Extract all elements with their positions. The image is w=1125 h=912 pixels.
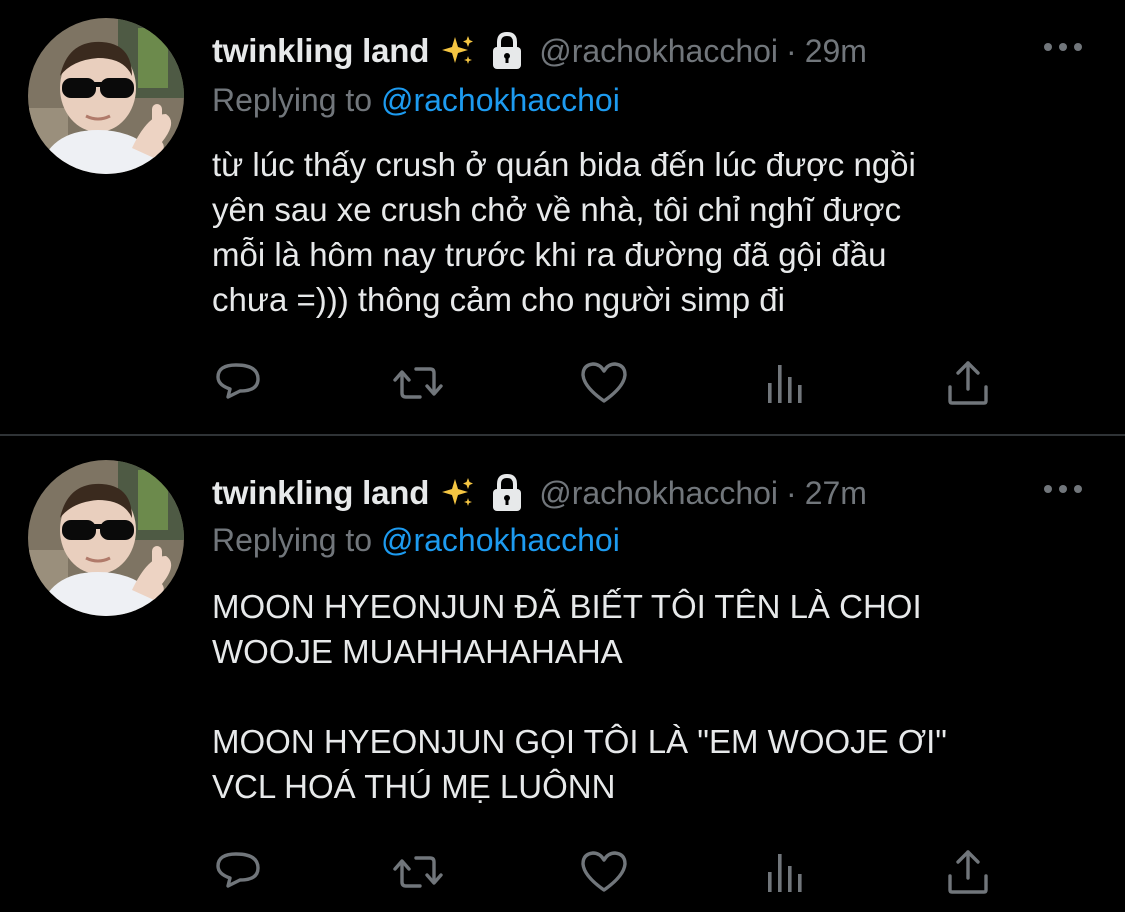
separator: · <box>786 32 797 69</box>
share-icon <box>948 850 988 894</box>
replying-to: Replying to @rachokhacchoi <box>212 82 620 119</box>
heart-icon <box>581 362 627 403</box>
tweet[interactable]: twinkling land @rachokhacchoi · 29m Repl… <box>0 0 1125 434</box>
tweet-header: twinkling land @rachokhacchoi · 27m <box>212 468 1101 518</box>
tweet-header: twinkling land @rachokhacchoi · 29m <box>212 26 1101 76</box>
avatar[interactable] <box>28 18 184 174</box>
sparkles-icon <box>442 36 474 64</box>
share-button[interactable] <box>942 846 994 898</box>
sparkles-icon <box>442 478 474 506</box>
share-button[interactable] <box>942 357 994 409</box>
display-name[interactable]: twinkling land <box>212 32 429 70</box>
replying-to: Replying to @rachokhacchoi <box>212 522 620 559</box>
like-button[interactable] <box>578 846 630 898</box>
retweet-button[interactable] <box>392 846 444 898</box>
timestamp[interactable]: 27m <box>805 475 867 512</box>
retweet-icon <box>393 856 443 888</box>
retweet-button[interactable] <box>392 357 444 409</box>
lock-icon <box>493 473 522 511</box>
handle[interactable]: @rachokhacchoi <box>539 475 778 512</box>
more-dots-icon[interactable] <box>1041 478 1085 500</box>
timestamp[interactable]: 29m <box>805 33 867 70</box>
analytics-icon <box>768 365 802 403</box>
replying-label: Replying to <box>212 522 381 558</box>
tweet-text: MOON HYEONJUN ĐÃ BIẾT TÔI TÊN LÀ CHOI WO… <box>212 588 948 805</box>
handle[interactable]: @rachokhacchoi <box>539 33 778 70</box>
replying-mention-link[interactable]: @rachokhacchoi <box>381 82 620 118</box>
like-button[interactable] <box>578 357 630 409</box>
tweet[interactable]: twinkling land @rachokhacchoi · 27m Repl… <box>0 436 1125 912</box>
reply-icon <box>216 852 260 888</box>
reply-icon <box>216 363 260 399</box>
tweet-actions <box>212 846 992 898</box>
avatar[interactable] <box>28 460 184 616</box>
tweet-text: từ lúc thấy crush ở quán bida đến lúc đư… <box>212 146 916 318</box>
lock-icon <box>493 31 522 69</box>
reply-button[interactable] <box>212 357 264 409</box>
more-dots-icon[interactable] <box>1041 36 1085 58</box>
analytics-button[interactable] <box>760 357 812 409</box>
replying-label: Replying to <box>212 82 381 118</box>
tweet-actions <box>212 357 992 409</box>
display-name[interactable]: twinkling land <box>212 474 429 512</box>
separator: · <box>786 474 797 511</box>
replying-mention-link[interactable]: @rachokhacchoi <box>381 522 620 558</box>
heart-icon <box>581 851 627 892</box>
analytics-button[interactable] <box>760 846 812 898</box>
analytics-icon <box>768 854 802 892</box>
retweet-icon <box>393 367 443 399</box>
share-icon <box>948 361 988 405</box>
reply-button[interactable] <box>212 846 264 898</box>
